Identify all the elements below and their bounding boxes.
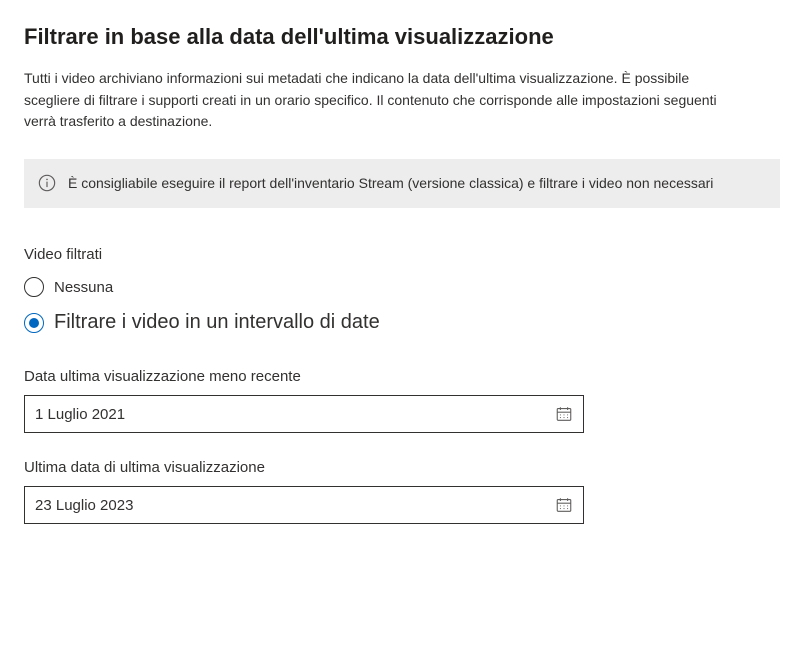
radio-option-none[interactable]: Nessuna — [24, 277, 780, 297]
radio-circle-range[interactable] — [24, 313, 44, 333]
info-banner: È consigliabile eseguire il report dell'… — [24, 159, 780, 208]
info-icon — [38, 174, 56, 192]
oldest-date-value: 1 Luglio 2021 — [35, 406, 125, 423]
calendar-icon[interactable] — [555, 496, 573, 514]
page-title: Filtrare in base alla data dell'ultima v… — [24, 24, 780, 50]
oldest-date-input[interactable]: 1 Luglio 2021 — [24, 395, 584, 433]
latest-date-block: Ultima data di ultima visualizzazione 23… — [24, 459, 780, 524]
filter-group-label: Video filtrati — [24, 246, 780, 263]
calendar-icon[interactable] — [555, 405, 573, 423]
oldest-date-label: Data ultima visualizzazione meno recente — [24, 368, 780, 385]
oldest-date-block: Data ultima visualizzazione meno recente… — [24, 368, 780, 433]
radio-dot — [29, 318, 39, 328]
filter-radio-group: Nessuna Filtrare i video in un intervall… — [24, 277, 780, 334]
radio-option-range[interactable]: Filtrare i video in un intervallo di dat… — [24, 311, 780, 334]
latest-date-input[interactable]: 23 Luglio 2023 — [24, 486, 584, 524]
page-description: Tutti i video archiviano informazioni su… — [24, 68, 744, 133]
info-banner-text: È consigliabile eseguire il report dell'… — [68, 173, 713, 194]
radio-label-range: Filtrare i video in un intervallo di dat… — [54, 311, 380, 334]
latest-date-label: Ultima data di ultima visualizzazione — [24, 459, 780, 476]
radio-circle-none[interactable] — [24, 277, 44, 297]
latest-date-value: 23 Luglio 2023 — [35, 497, 133, 514]
radio-label-none: Nessuna — [54, 279, 113, 296]
